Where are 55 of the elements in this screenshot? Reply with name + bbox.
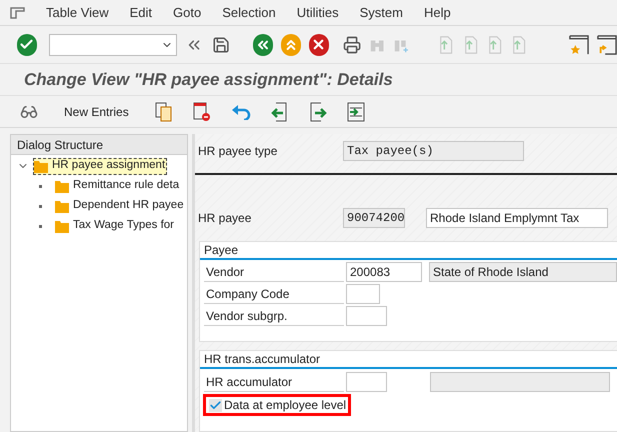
payee-name-field[interactable]: Rhode Island Emplymnt Tax <box>426 208 608 228</box>
window-arrow-icon[interactable] <box>597 34 617 56</box>
field-label: Vendor subgrp. <box>204 306 344 326</box>
field-label: HR payee <box>198 210 252 227</box>
menu-item[interactable]: Utilities <box>296 2 339 22</box>
bullet-icon <box>39 184 42 188</box>
field-label: HR payee type <box>198 142 278 160</box>
command-field[interactable] <box>48 34 178 56</box>
cancel-icon[interactable] <box>308 34 329 56</box>
group-title: HR trans.accumulator <box>200 351 617 369</box>
checkmark-icon <box>209 398 222 412</box>
input-field[interactable] <box>346 284 380 304</box>
next-entry-icon[interactable] <box>308 102 327 122</box>
menu-item[interactable]: System <box>360 2 403 22</box>
copy-icon[interactable] <box>154 102 173 122</box>
new-entries-button[interactable]: New Entries <box>58 102 135 120</box>
tree-item[interactable]: Dependent HR payee <box>54 198 186 214</box>
bullet-icon <box>39 204 42 208</box>
tree-heading: Dialog Structure <box>11 135 187 155</box>
bullet-icon <box>39 224 42 228</box>
input-field[interactable] <box>346 306 387 326</box>
employee-level-checkbox[interactable]: Data at employee level <box>203 394 352 416</box>
field-label: Company Code <box>204 284 344 304</box>
folder-icon <box>34 160 48 172</box>
menu-item[interactable]: Table View <box>46 2 109 22</box>
screen-title: Change View "HR payee assignment": Details <box>24 68 393 91</box>
menu-item[interactable]: Help <box>424 2 451 22</box>
print-icon[interactable] <box>342 34 361 54</box>
menu-item[interactable]: Goto <box>173 2 202 22</box>
menu-item[interactable]: Edit <box>130 2 152 22</box>
window-star-icon[interactable] <box>569 34 590 56</box>
confirm-icon[interactable] <box>17 34 37 56</box>
tree-item[interactable]: Tax Wage Types for <box>54 218 176 234</box>
folder-icon <box>55 220 69 232</box>
description-field: State of Rhode Island <box>429 262 617 282</box>
delete-icon[interactable] <box>192 102 211 122</box>
back-icon[interactable] <box>252 34 273 56</box>
menu-item[interactable]: Selection <box>222 2 276 22</box>
save-icon[interactable] <box>212 34 230 54</box>
previous-entry-icon[interactable] <box>270 102 289 122</box>
checkbox-icon[interactable] <box>209 398 222 412</box>
payee-type-field: Tax payee(s) <box>343 140 524 160</box>
input-field[interactable] <box>346 372 387 392</box>
menu-icon[interactable] <box>10 6 25 18</box>
payee-number-field: 90074200 <box>343 208 405 228</box>
tree-item[interactable]: Remittance rule deta <box>54 178 182 194</box>
field-label: Vendor <box>204 262 344 282</box>
group-title: Payee <box>200 242 617 260</box>
field-label: HR accumulator <box>204 372 344 392</box>
tree-item[interactable]: HR payee assignment <box>33 158 168 174</box>
transport-icon[interactable] <box>346 102 365 122</box>
folder-icon <box>55 200 69 212</box>
folder-icon <box>55 180 69 192</box>
input-field[interactable]: 200083 <box>346 262 422 282</box>
undo-icon[interactable] <box>230 104 251 120</box>
